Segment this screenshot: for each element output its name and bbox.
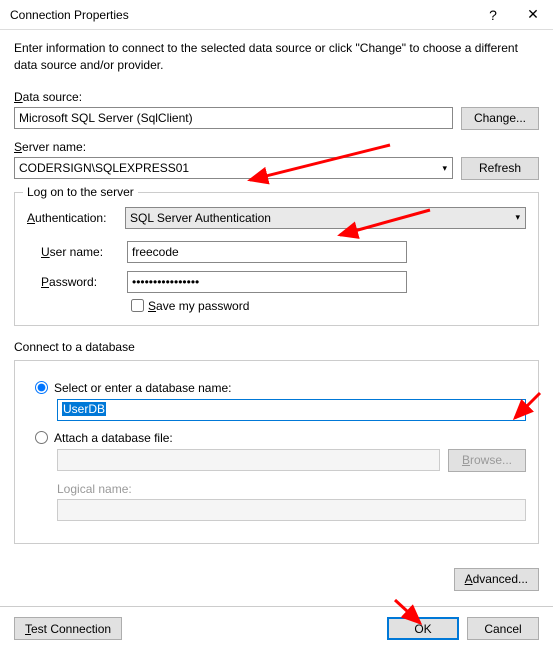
chevron-down-icon[interactable]: ▾ <box>518 404 523 415</box>
authentication-label: Authentication: <box>27 211 117 225</box>
server-name-label: Server name: <box>14 140 539 154</box>
refresh-button[interactable]: Refresh <box>461 157 539 180</box>
logical-name-field <box>57 499 526 521</box>
dialog-footer: Test Connection OK Cancel <box>0 606 553 650</box>
database-name-combo[interactable]: UserDB ▾ <box>57 399 526 421</box>
username-field[interactable] <box>127 241 407 263</box>
authentication-select[interactable]: SQL Server Authentication ▾ <box>125 207 526 229</box>
username-label: User name: <box>27 245 117 259</box>
connect-db-label: Connect to a database <box>14 340 539 354</box>
password-field[interactable] <box>127 271 407 293</box>
intro-text: Enter information to connect to the sele… <box>14 40 539 74</box>
data-source-field <box>14 107 453 129</box>
chevron-down-icon[interactable]: ▾ <box>442 163 447 174</box>
help-icon[interactable]: ? <box>473 0 513 30</box>
test-connection-button[interactable]: Test Connection <box>14 617 122 640</box>
attach-file-field <box>57 449 440 471</box>
window-title: Connection Properties <box>10 8 473 22</box>
advanced-button[interactable]: Advanced... <box>454 568 539 591</box>
attach-file-radio[interactable] <box>35 431 48 444</box>
save-password-checkbox[interactable] <box>131 299 144 312</box>
server-name-combo[interactable]: CODERSIGN\SQLEXPRESS01 ▾ <box>14 157 453 179</box>
save-password-label: Save my password <box>148 299 249 313</box>
logical-name-label: Logical name: <box>57 482 526 496</box>
password-label: Password: <box>27 275 117 289</box>
chevron-down-icon[interactable]: ▾ <box>515 212 520 223</box>
close-icon[interactable]: ✕ <box>513 0 553 30</box>
change-button[interactable]: Change... <box>461 107 539 130</box>
select-db-radio[interactable] <box>35 381 48 394</box>
data-source-label: Data source: <box>14 90 539 104</box>
browse-button: BBrowse...rowse... <box>448 449 526 472</box>
attach-file-label: Attach a database file: <box>54 431 173 445</box>
logon-legend: Log on to the server <box>23 185 138 199</box>
ok-button[interactable]: OK <box>387 617 459 640</box>
select-db-label: Select or enter a database name: <box>54 381 231 395</box>
cancel-button[interactable]: Cancel <box>467 617 539 640</box>
title-bar: Connection Properties ? ✕ <box>0 0 553 30</box>
